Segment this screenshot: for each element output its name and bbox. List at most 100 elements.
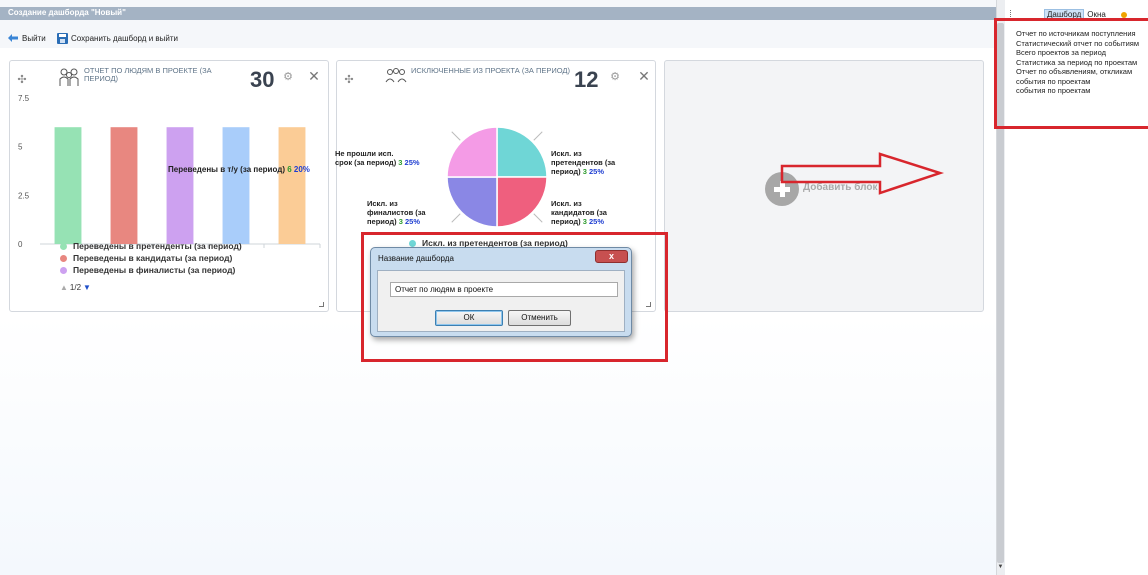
widget-title: ИСКЛЮЧЕННЫЕ ИЗ ПРОЕКТА (ЗА ПЕРИОД) (411, 66, 570, 75)
close-icon[interactable]: ✕ (307, 69, 321, 83)
widget-count: 30 (250, 67, 275, 92)
pager-down-icon[interactable]: ▼ (83, 283, 91, 292)
save-label: Сохранить дашборд и выйти (71, 33, 178, 43)
bar (278, 127, 306, 244)
slice-label-line: срок (за период) 3 25% (335, 158, 433, 167)
slice-label-line: претендентов (за (551, 158, 616, 167)
slice-percent: 25% (589, 167, 605, 176)
bar (166, 127, 194, 244)
legend-label: Переведены в финалисты (за период) (73, 265, 236, 275)
slice-label-line: Искл. из (551, 149, 582, 158)
legend-dot (60, 254, 67, 262)
slice-label-line: Искл. из (551, 199, 582, 208)
warning-icon (1120, 11, 1127, 18)
slice-value: 3 (398, 217, 403, 226)
slice-percent: 25% (405, 217, 421, 226)
slice-label-line: период) 3 25% (551, 217, 641, 226)
dashboard-editor-window: Создание дашборда "Новый" Выйти Сохранит… (0, 0, 997, 575)
window-title: Создание дашборда "Новый" (8, 8, 126, 17)
pager-up-icon[interactable]: ▲ (60, 283, 68, 292)
people-excluded-icon (385, 68, 407, 83)
bar (110, 127, 138, 244)
pie-leader-line (533, 131, 543, 141)
widget-title: ОТЧЕТ ПО ЛЮДЯМ В ПРОЕКТЕ (ЗА ПЕРИОД) (84, 66, 212, 83)
bar (54, 127, 82, 244)
toolbar: Выйти Сохранить дашборд и выйти (0, 28, 997, 70)
close-icon[interactable]: ✕ (637, 69, 651, 83)
widget-people-report: ✣ ОТЧЕТ ПО ЛЮДЯМ В ПРОЕКТЕ (ЗА ПЕРИОД) 3… (9, 60, 329, 312)
move-handle-icon[interactable]: ✣ (15, 73, 29, 87)
slice-label-left-top: Не прошли исп. срок (за период) 3 25% (335, 149, 433, 167)
y-tick-label: 5 (18, 143, 23, 152)
tooltip-label: Переведены в т/у (за период) (168, 165, 285, 174)
menu-item[interactable]: Отчет по источникам поступления (1016, 29, 1148, 39)
tooltip-value: 6 (287, 165, 292, 174)
legend-pager: ▲ 1/2 ▼ (60, 283, 91, 292)
menu-item[interactable]: Статистический отчет по событиям (1016, 39, 1148, 49)
menu-item[interactable]: Всего проектов за период (1016, 48, 1148, 58)
slice-label-right-top: Искл. из претендентов (за период) 3 25% (551, 149, 641, 176)
legend-dot (60, 266, 67, 274)
slice-label-line: финалистов (за (367, 208, 426, 217)
y-tick-label: 7.5 (18, 94, 30, 103)
red-arrow-annotation (780, 152, 945, 195)
slice-label-line: период) (367, 217, 397, 226)
dashboard-menu-list: Отчет по источникам поступления Статисти… (1016, 29, 1148, 96)
widget-count: 12 (574, 67, 599, 92)
slice-label-line: период) 3 25% (551, 167, 641, 176)
bar-tooltip: Переведены в т/у (за период) 6 20% (168, 165, 310, 174)
exit-button[interactable]: Выйти (7, 31, 46, 45)
exit-arrow-icon (7, 33, 19, 43)
bar-legend: Переведены в претенденты (за период) Пер… (60, 240, 242, 276)
scroll-down-icon[interactable]: ▼ (997, 563, 1004, 571)
slice-value: 3 (582, 167, 587, 176)
window-titlebar: Создание дашборда "Новый" (0, 7, 996, 20)
slice-label-line: срок (за период) (335, 158, 397, 167)
exit-label: Выйти (22, 33, 46, 43)
y-tick-label: 0 (18, 240, 23, 249)
slice-label-line: период) (551, 167, 581, 176)
bar (222, 127, 250, 244)
slice-label-line: период) 3 25% (367, 217, 457, 226)
slice-value: 3 (582, 217, 587, 226)
menu-item[interactable]: события по проектам (1016, 77, 1148, 87)
dialog-close-button[interactable]: x (595, 250, 628, 263)
menu-item[interactable]: события по проектам (1016, 86, 1148, 96)
slice-label-line: Искл. из (367, 199, 398, 208)
gear-icon[interactable]: ⚙ (609, 71, 621, 83)
app-root: Создание дашборда "Новый" Выйти Сохранит… (0, 0, 1148, 575)
y-tick-label: 2.5 (18, 191, 30, 200)
slice-label-line: период) (551, 217, 581, 226)
menu-item[interactable]: Статистика за период по проектам (1016, 58, 1148, 68)
legend-label: Переведены в претенденты (за период) (73, 241, 242, 251)
slice-label-right-bottom: Искл. из кандидатов (за период) 3 25% (551, 199, 641, 226)
dashboard-name-dialog: Название дашборда x ОК Отменить (370, 247, 632, 337)
tooltip-percent: 20% (293, 165, 310, 174)
menu-item[interactable]: Отчет по объявлениям, откликам (1016, 67, 1148, 77)
slice-label-line: Не прошли исп. (335, 149, 394, 158)
gear-icon[interactable]: ⚙ (282, 71, 294, 83)
dashboard-name-input[interactable] (390, 282, 618, 297)
slice-label-line: кандидатов (за (551, 208, 607, 217)
dialog-title: Название дашборда (378, 254, 454, 263)
slice-percent: 25% (404, 158, 420, 167)
legend-item[interactable]: Переведены в претенденты (за период) (60, 240, 242, 252)
resize-handle-icon[interactable] (319, 302, 324, 307)
ok-button[interactable]: ОК (435, 310, 503, 326)
slice-value: 3 (398, 158, 403, 167)
pie-leader-line (533, 213, 543, 223)
legend-label: Переведены в кандидаты (за период) (73, 253, 233, 263)
legend-item[interactable]: Переведены в финалисты (за период) (60, 264, 242, 276)
floppy-disk-icon (57, 32, 68, 44)
save-and-exit-button[interactable]: Сохранить дашборд и выйти (57, 31, 178, 45)
pager-text: 1/2 (69, 283, 82, 292)
move-handle-icon[interactable]: ✣ (342, 73, 356, 87)
pie-leader-line (451, 131, 461, 141)
cancel-button[interactable]: Отменить (508, 310, 571, 326)
slice-label-left-bottom: Искл. из финалистов (за период) 3 25% (367, 199, 457, 226)
legend-dot (60, 242, 67, 250)
people-group-icon (59, 68, 79, 86)
dialog-body: ОК Отменить (377, 270, 625, 332)
legend-item[interactable]: Переведены в кандидаты (за период) (60, 252, 242, 264)
slice-percent: 25% (589, 217, 605, 226)
